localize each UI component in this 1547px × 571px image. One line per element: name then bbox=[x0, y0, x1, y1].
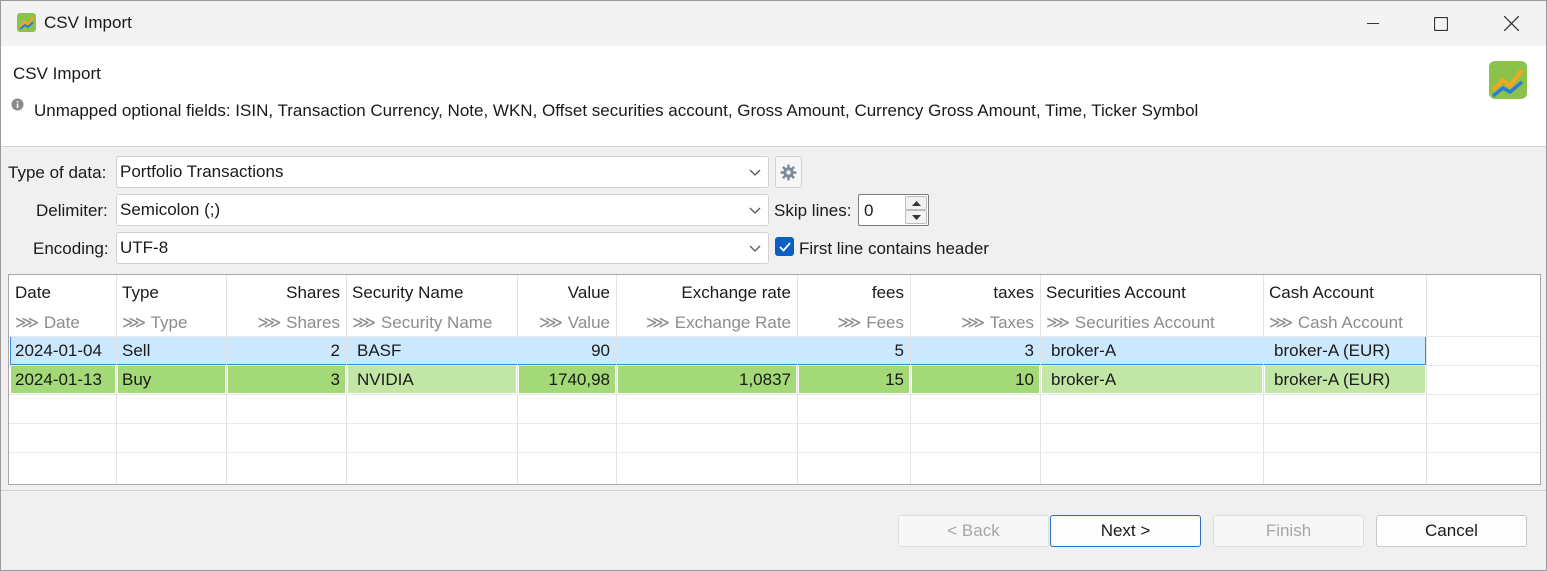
table-cell[interactable]: 2024-01-04 bbox=[9, 336, 116, 365]
table-cell[interactable]: broker-A (EUR) bbox=[1263, 336, 1426, 365]
column-mapping[interactable]: ⋙ Date bbox=[9, 308, 116, 337]
column-mapping[interactable]: ⋙ Shares bbox=[226, 308, 346, 337]
column-mapping[interactable]: ⋙ Fees bbox=[797, 308, 910, 337]
spin-down-button[interactable] bbox=[905, 210, 927, 224]
column-header[interactable]: Cash Account bbox=[1263, 278, 1426, 307]
table-cell[interactable]: 90 bbox=[517, 336, 616, 365]
skip-lines-value: 0 bbox=[864, 201, 874, 220]
type-of-data-value: Portfolio Transactions bbox=[120, 162, 284, 181]
back-button[interactable]: < Back bbox=[898, 515, 1049, 547]
chevron-down-icon bbox=[742, 157, 768, 187]
encoding-value: UTF-8 bbox=[120, 238, 169, 257]
column-header[interactable]: taxes bbox=[910, 278, 1040, 307]
column-header[interactable]: Date bbox=[9, 278, 116, 307]
unmapped-fields-message: Unmapped optional fields: ISIN, Transact… bbox=[34, 101, 1199, 120]
table-cell[interactable]: NVIDIA bbox=[346, 365, 517, 394]
type-of-data-label: Type of data: bbox=[8, 163, 107, 182]
preview-table[interactable]: Date ⋙ Date Type ⋙ Type Shares ⋙ Shares Securi… bbox=[8, 274, 1541, 485]
chevron-down-icon bbox=[742, 233, 768, 263]
column-header[interactable]: Exchange rate bbox=[616, 278, 797, 307]
skip-lines-label: Skip lines: bbox=[774, 201, 852, 220]
spin-up-button[interactable] bbox=[905, 196, 927, 210]
close-icon bbox=[1503, 16, 1519, 31]
column-mapping[interactable]: ⋙ Cash Account bbox=[1263, 308, 1426, 337]
column-mapping[interactable]: ⋙ Securities Account bbox=[1040, 308, 1263, 337]
header-checkbox[interactable] bbox=[775, 237, 794, 256]
table-cell[interactable] bbox=[616, 336, 797, 365]
window-title: CSV Import bbox=[44, 13, 132, 32]
header-checkbox-label[interactable]: First line contains header bbox=[799, 239, 989, 259]
encoding-label: Encoding: bbox=[33, 239, 109, 258]
cancel-button[interactable]: Cancel bbox=[1376, 515, 1527, 547]
maximize-button[interactable] bbox=[1406, 1, 1476, 46]
delimiter-value: Semicolon (;) bbox=[120, 200, 221, 219]
table-cell[interactable]: 10 bbox=[910, 365, 1040, 394]
delimiter-label: Delimiter: bbox=[36, 201, 108, 220]
maximize-icon bbox=[1434, 16, 1448, 31]
table-cell[interactable]: 3 bbox=[226, 365, 346, 394]
table-cell[interactable]: Sell bbox=[116, 336, 226, 365]
skip-lines-stepper[interactable]: 0 bbox=[858, 194, 929, 226]
type-of-data-select[interactable]: Portfolio Transactions bbox=[116, 156, 769, 188]
chevron-down-icon bbox=[742, 195, 768, 225]
app-icon bbox=[17, 13, 36, 32]
column-header[interactable]: Security Name bbox=[346, 278, 517, 307]
finish-button[interactable]: Finish bbox=[1213, 515, 1364, 547]
encoding-select[interactable]: UTF-8 bbox=[116, 232, 769, 264]
checkmark-icon bbox=[778, 241, 791, 252]
column-header[interactable]: Type bbox=[116, 278, 226, 307]
close-window-button[interactable] bbox=[1476, 1, 1546, 46]
row-divider bbox=[9, 452, 1540, 453]
row-divider bbox=[9, 394, 1540, 395]
table-cell[interactable]: BASF bbox=[346, 336, 517, 365]
table-cell[interactable]: broker-A bbox=[1040, 336, 1263, 365]
table-cell[interactable]: Buy bbox=[116, 365, 226, 394]
table-cell[interactable]: 1740,98 bbox=[517, 365, 616, 394]
row-divider bbox=[9, 423, 1540, 424]
column-mapping[interactable]: ⋙ Value bbox=[517, 308, 616, 337]
gear-icon bbox=[780, 164, 797, 180]
column-header[interactable]: Shares bbox=[226, 278, 346, 307]
table-cell[interactable]: 15 bbox=[797, 365, 910, 394]
minimize-button[interactable] bbox=[1338, 1, 1408, 46]
info-icon bbox=[11, 98, 24, 111]
table-cell[interactable]: 2 bbox=[226, 336, 346, 365]
table-cell[interactable]: broker-A (EUR) bbox=[1263, 365, 1426, 394]
triangle-down-icon bbox=[911, 214, 921, 220]
table-cell[interactable]: 1,0837 bbox=[616, 365, 797, 394]
title-bar: CSV Import bbox=[1, 1, 1546, 46]
table-cell[interactable]: broker-A bbox=[1040, 365, 1263, 394]
footer-divider bbox=[1, 490, 1546, 491]
app-logo-icon bbox=[1489, 61, 1527, 99]
column-header[interactable]: Securities Account bbox=[1040, 278, 1263, 307]
page-title: CSV Import bbox=[13, 64, 101, 83]
column-mapping[interactable]: ⋙ Taxes bbox=[910, 308, 1040, 337]
column-mapping[interactable]: ⋙ Type bbox=[116, 308, 226, 337]
table-cell[interactable]: 3 bbox=[910, 336, 1040, 365]
triangle-up-icon bbox=[911, 200, 921, 206]
csv-import-dialog: CSV Import CSV Import Unmapped optional … bbox=[0, 0, 1547, 571]
next-button[interactable]: Next > bbox=[1050, 515, 1201, 547]
settings-button[interactable] bbox=[775, 156, 802, 188]
minimize-icon bbox=[1367, 22, 1379, 24]
column-header[interactable]: Value bbox=[517, 278, 616, 307]
column-mapping[interactable]: ⋙ Exchange Rate bbox=[616, 308, 797, 337]
table-cell[interactable]: 2024-01-13 bbox=[9, 365, 116, 394]
wizard-header: CSV Import Unmapped optional fields: ISI… bbox=[1, 46, 1546, 147]
delimiter-select[interactable]: Semicolon (;) bbox=[116, 194, 769, 226]
column-header[interactable]: fees bbox=[797, 278, 910, 307]
column-mapping[interactable]: ⋙ Security Name bbox=[346, 308, 517, 337]
table-cell[interactable]: 5 bbox=[797, 336, 910, 365]
